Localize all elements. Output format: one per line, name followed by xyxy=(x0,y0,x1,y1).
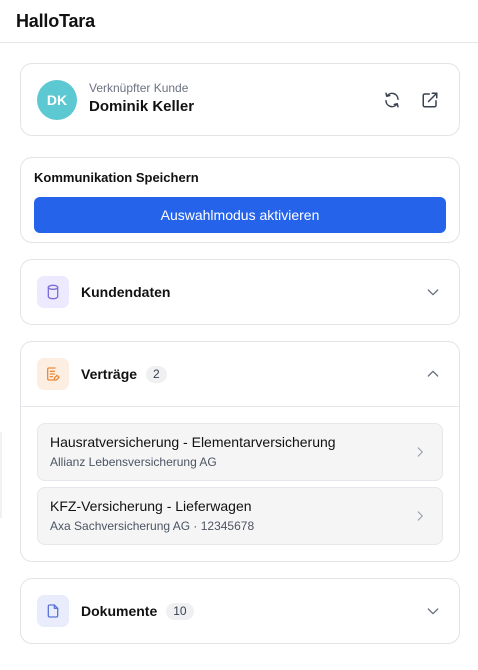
contract-text: Hausratversicherung - Elementarversicher… xyxy=(50,433,410,471)
file-icon xyxy=(47,604,59,618)
activate-selection-mode-button[interactable]: Auswahlmodus aktivieren xyxy=(34,197,446,233)
contract-item[interactable]: KFZ-Versicherung - Lieferwagen Axa Sachv… xyxy=(37,487,443,545)
chevron-down-icon xyxy=(423,282,443,302)
database-icon xyxy=(47,284,59,300)
contract-subtitle: Axa Sachversicherung AG · 12345678 xyxy=(50,519,255,533)
section-kundendaten-icon-box xyxy=(37,276,69,308)
section-kundendaten-title: Kundendaten xyxy=(81,284,171,300)
vertraege-count-badge: 2 xyxy=(146,365,167,383)
contract-title: Hausratversicherung - Elementarversicher… xyxy=(50,434,336,450)
section-vertraege-header[interactable]: Verträge 2 xyxy=(21,342,459,406)
section-dokumente: Dokumente 10 xyxy=(20,578,460,644)
section-vertraege-icon-box xyxy=(37,358,69,390)
chevron-right-icon xyxy=(410,442,430,462)
section-vertraege: Verträge 2 Hausratversicherung - Element… xyxy=(20,341,460,562)
avatar: DK xyxy=(37,79,77,120)
chevron-up-icon xyxy=(423,364,443,384)
chevron-down-icon xyxy=(423,601,443,621)
customer-caption: Verknüpfter Kunde xyxy=(89,81,189,95)
section-kundendaten-header[interactable]: Kundendaten xyxy=(21,260,459,324)
section-dokumente-icon-box xyxy=(37,595,69,627)
refresh-icon xyxy=(385,92,399,107)
contract-list: Hausratversicherung - Elementarversicher… xyxy=(21,407,459,545)
refresh-button[interactable] xyxy=(379,87,405,113)
open-external-button[interactable] xyxy=(417,87,443,113)
dokumente-count-badge: 10 xyxy=(166,602,194,620)
contract-item[interactable]: Hausratversicherung - Elementarversicher… xyxy=(37,423,443,481)
contract-text: KFZ-Versicherung - Lieferwagen Axa Sachv… xyxy=(50,497,410,535)
section-vertraege-title: Verträge xyxy=(81,366,138,382)
side-edge xyxy=(0,432,2,518)
app-header: HalloTara xyxy=(0,0,478,43)
app-title: HalloTara xyxy=(16,10,95,31)
contract-subtitle: Allianz Lebensversicherung AG xyxy=(50,455,217,469)
section-dokumente-header[interactable]: Dokumente 10 xyxy=(21,579,459,643)
linked-customer-card: DK Verknüpfter Kunde Dominik Keller xyxy=(20,63,460,136)
section-dokumente-title: Dokumente xyxy=(81,603,158,619)
customer-info: Verknüpfter Kunde Dominik Keller xyxy=(89,81,379,118)
save-communication-card: Kommunikation Speichern Auswahlmodus akt… xyxy=(20,157,460,243)
contract-document-icon xyxy=(47,367,60,381)
communication-title: Kommunikation Speichern xyxy=(34,170,199,185)
section-kundendaten: Kundendaten xyxy=(20,259,460,325)
contract-title: KFZ-Versicherung - Lieferwagen xyxy=(50,498,252,514)
external-link-icon xyxy=(422,92,438,107)
chevron-right-icon xyxy=(410,506,430,526)
customer-name: Dominik Keller xyxy=(89,98,195,115)
